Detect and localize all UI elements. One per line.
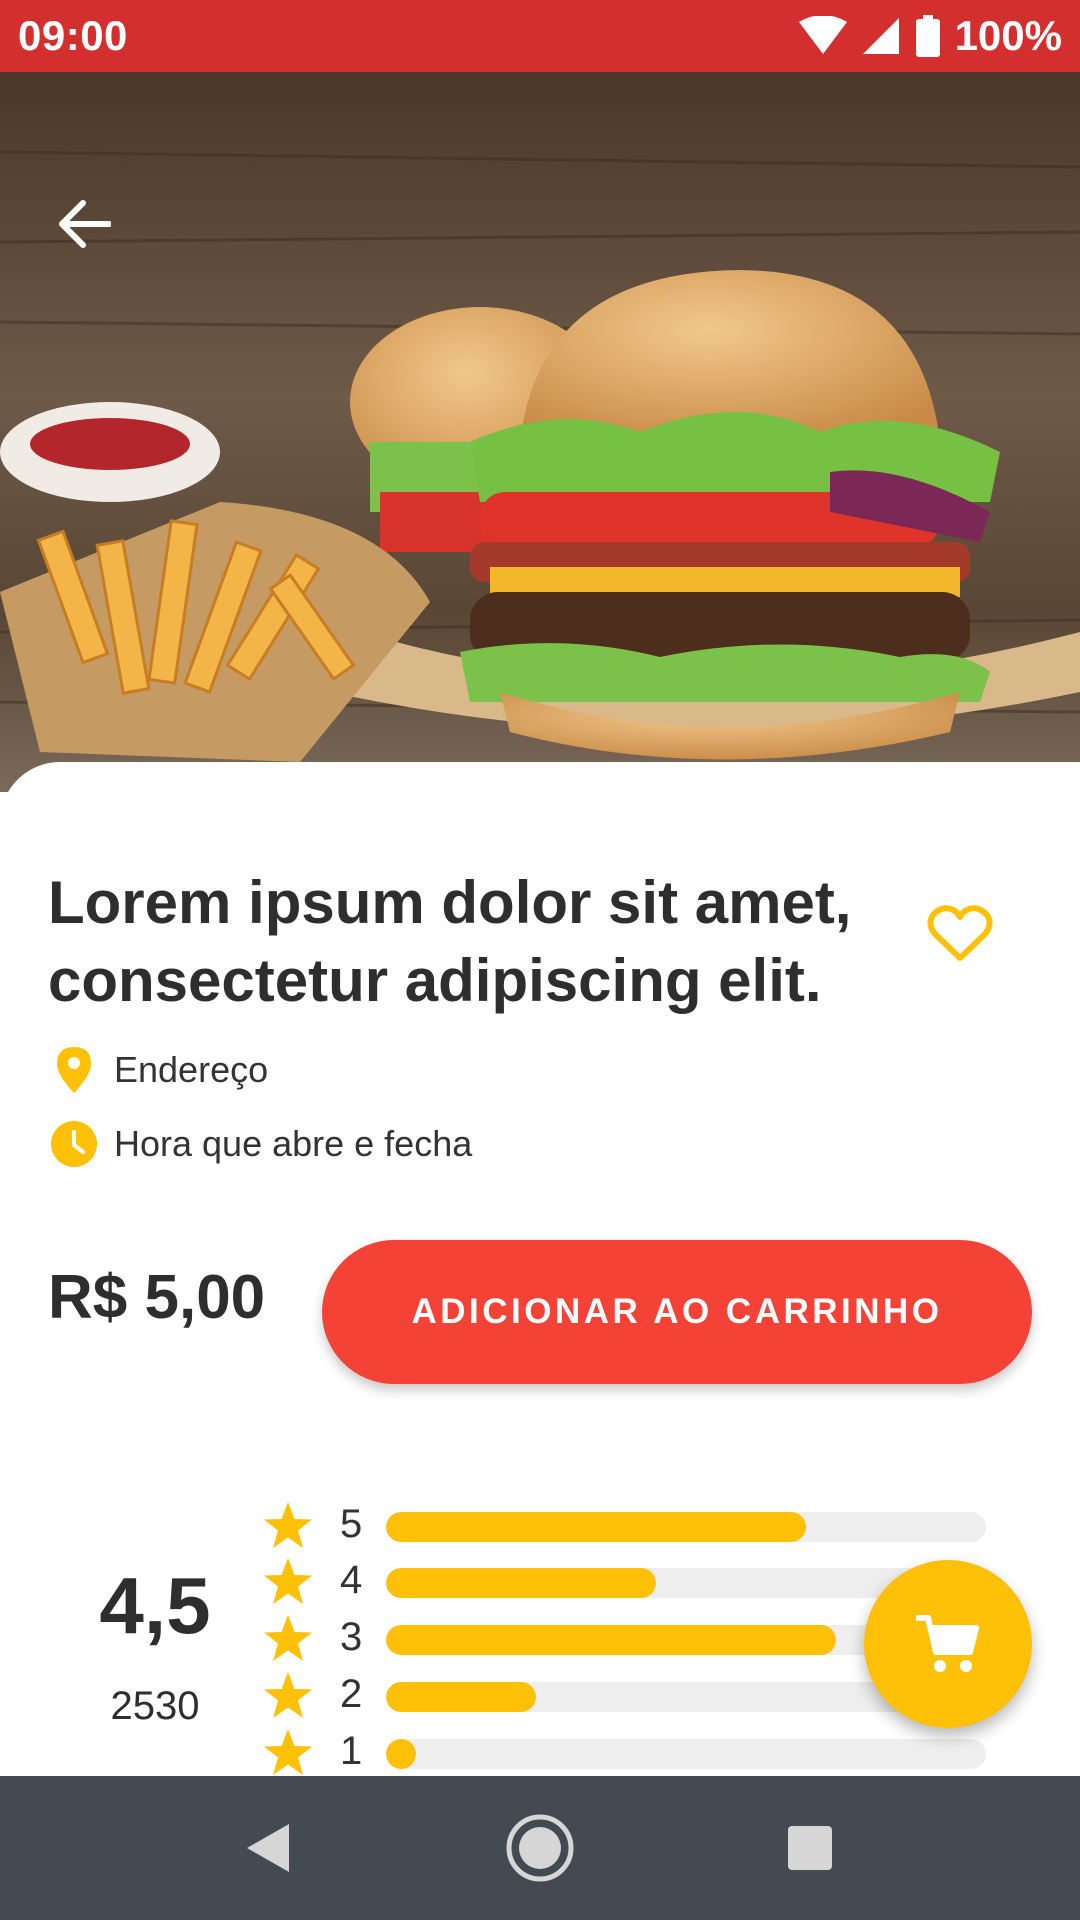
address-text: Endereço [114,1049,269,1090]
burger-fries-illustration [0,72,1080,792]
system-nav-bar [0,1776,1080,1920]
star-level: 5 [340,1502,363,1546]
star-icon [264,1558,312,1604]
address-row: Endereço [48,1042,268,1098]
favorite-button[interactable] [922,896,998,972]
nav-recents-button[interactable] [770,1808,850,1888]
status-bar: 09:00 100% [0,0,1080,72]
status-time: 09:00 [18,12,128,59]
rating-bar-fill [386,1625,836,1655]
product-title: Lorem ipsum dolor sit amet, consectetur … [48,869,852,1014]
rating-row: 1 [262,1725,1002,1781]
star-level: 4 [340,1558,363,1602]
product-price: R$ 5,00 [48,1263,266,1332]
rating-average: 4,5 [99,1561,211,1650]
star-level: 3 [340,1615,363,1659]
star-icon [264,1615,312,1661]
hours-text: Hora que abre e fecha [114,1123,473,1164]
clock-icon [48,1116,100,1172]
add-to-cart-button[interactable]: ADICIONAR AO CARRINHO [322,1240,1032,1384]
cart-icon [916,1615,979,1672]
cart-fab-button[interactable] [864,1560,1032,1728]
battery-percentage: 100% [954,12,1062,59]
battery-icon [915,15,940,57]
rating-bar-fill [386,1682,536,1712]
star-level: 2 [340,1672,363,1716]
rating-count: 2530 [110,1684,200,1728]
rating-bar-fill [386,1512,806,1542]
star-icon [264,1672,312,1718]
recents-square-icon [788,1826,832,1870]
arrow-back-icon [59,200,111,248]
star-icon [264,1729,312,1775]
rating-bar-fill [386,1739,416,1769]
wifi-icon [798,16,847,54]
star-icon [264,1502,312,1548]
back-triangle-icon [247,1824,289,1872]
nav-home-button[interactable] [500,1808,580,1888]
rating-bar-track [386,1739,986,1769]
home-circle-icon [506,1814,574,1882]
location-pin-icon [48,1042,100,1098]
hours-row: Hora que abre e fecha [48,1116,472,1172]
product-image [0,72,1080,792]
rating-bar-fill [386,1568,656,1598]
status-icons: 100% [798,12,1062,60]
star-level: 1 [340,1729,363,1773]
rating-row: 5 [262,1498,1002,1554]
heart-outline-icon [927,905,993,961]
back-button[interactable] [44,184,124,264]
signal-icon [862,18,899,54]
rating-bar-track [386,1512,986,1542]
nav-back-button[interactable] [228,1808,308,1888]
